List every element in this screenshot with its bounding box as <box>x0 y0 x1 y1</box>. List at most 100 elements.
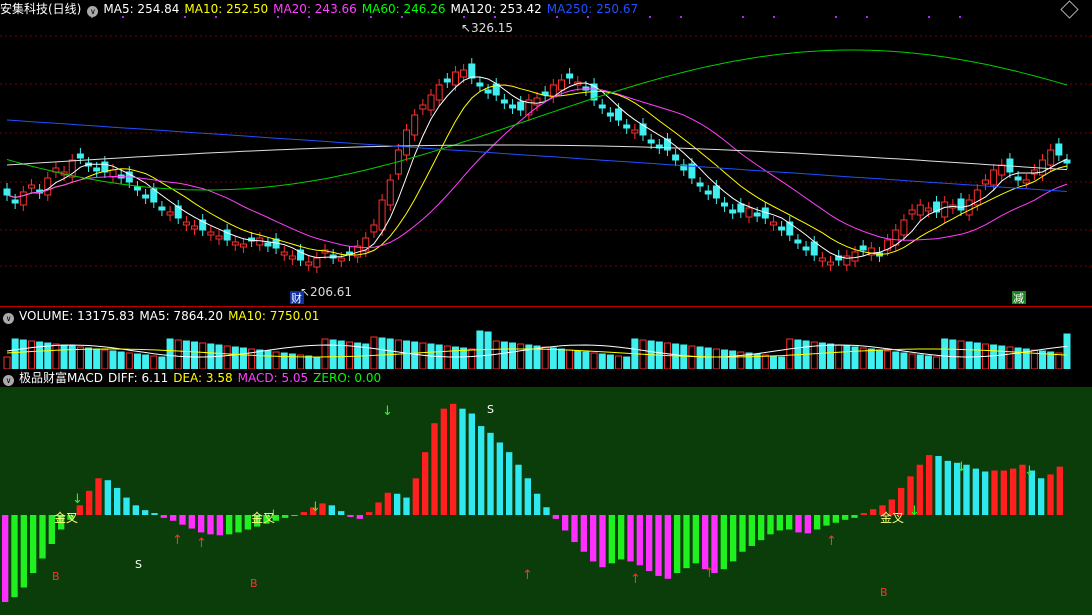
candle-body <box>802 246 810 251</box>
candle-body <box>44 177 52 196</box>
price-chart-pane[interactable]: 安集科技(日线) ∨ MA5: 254.84 MA10: 252.50 MA20: 24… <box>0 0 1092 306</box>
macd-chart-pane[interactable]: ∨ 极品财富MACD DIFF: 6.11 DEA: 3.58 MACD: 5.05 ZE… <box>0 369 1092 615</box>
candle-body <box>721 202 729 207</box>
macd-histogram-bar <box>683 515 690 569</box>
macd-histogram-bar <box>412 478 419 515</box>
volume-value-0: VOLUME: 13175.83 <box>19 309 135 323</box>
up-arrow-icon: ↑ <box>704 566 715 581</box>
macd-histogram-bar <box>832 515 839 523</box>
volume-bar <box>941 338 949 369</box>
macd-histogram-bar <box>179 515 186 525</box>
macd-histogram-bar <box>543 507 550 515</box>
macd-histogram-bar <box>599 515 606 568</box>
candle-body <box>93 167 101 172</box>
volume-bar <box>403 340 411 369</box>
volume-bar <box>827 343 835 369</box>
candle-body <box>207 231 215 236</box>
macd-histogram-bar <box>590 515 597 562</box>
macd-histogram-bar <box>151 513 158 515</box>
candle-body <box>900 219 908 236</box>
candle-body <box>264 242 272 247</box>
volume-bar <box>19 339 27 369</box>
macd-histogram-bar <box>786 515 793 530</box>
stock-title: 安集科技(日线) <box>0 2 82 16</box>
volume-bar <box>166 338 174 369</box>
volume-bar <box>680 344 688 369</box>
ma-value-0: MA5: 254.84 <box>103 2 180 16</box>
volume-bar <box>851 346 859 369</box>
macd-histogram-bar <box>459 408 466 515</box>
candle-body <box>794 239 802 244</box>
volume-bar <box>411 341 419 369</box>
macd-histogram-bar <box>720 515 727 570</box>
high-price-label: ↖326.15 <box>461 21 513 35</box>
macd-histogram-bar <box>860 513 867 515</box>
volume-bar <box>125 352 133 369</box>
event-marker <box>649 16 651 18</box>
volume-bar <box>509 342 517 369</box>
volume-bar <box>264 350 272 369</box>
volume-bar <box>557 348 565 369</box>
event-marker <box>835 16 837 18</box>
macd-histogram-bar <box>403 497 410 515</box>
volume-bar <box>1014 347 1022 369</box>
volume-bar <box>688 345 696 369</box>
candle-body <box>166 211 174 216</box>
volume-bar <box>615 355 623 369</box>
volume-bar <box>199 342 207 369</box>
up-arrow-icon: ↑ <box>522 568 533 583</box>
candle-body <box>411 114 419 136</box>
volume-bar <box>778 356 786 369</box>
volume-bar <box>517 343 525 369</box>
candle-body <box>965 199 973 216</box>
candle-body <box>672 154 680 161</box>
volume-bar <box>305 355 313 369</box>
event-marker <box>680 16 682 18</box>
candle-body <box>990 169 998 186</box>
macd-histogram-bar <box>216 515 223 536</box>
macd-histogram-bar <box>95 478 102 515</box>
volume-bar <box>924 355 932 369</box>
macd-histogram-bar <box>636 515 643 566</box>
volume-bar <box>973 342 981 369</box>
macd-histogram-bar <box>366 512 373 515</box>
jian-marker: 减 <box>1013 292 1024 305</box>
candlestick-chart: ↖326.15 ↖206.61财 减 <box>0 16 1092 305</box>
macd-histogram-bar <box>39 515 46 559</box>
volume-chart-pane[interactable]: ∨ VOLUME: 13175.83 MA5: 7864.20 MA10: 7750.… <box>0 307 1092 369</box>
macd-histogram-bar <box>440 408 447 515</box>
collapse-icon[interactable]: ∨ <box>3 313 14 324</box>
volume-bar <box>990 344 998 369</box>
macd-histogram-bar <box>982 471 989 515</box>
volume-bar <box>965 341 973 369</box>
event-marker <box>742 16 744 18</box>
macd-histogram-bar <box>468 413 475 515</box>
collapse-icon[interactable]: ∨ <box>3 375 14 386</box>
candle-body <box>27 184 35 189</box>
macd-histogram-bar <box>711 515 718 573</box>
volume-bar <box>818 342 826 369</box>
candle-body <box>729 209 737 214</box>
volume-bar <box>949 339 957 369</box>
macd-histogram-bar <box>851 515 858 518</box>
gold-cross-label: 金叉 <box>880 510 904 525</box>
candle-body <box>941 201 949 218</box>
macd-histogram-bar <box>11 515 18 598</box>
volume-legend: ∨ VOLUME: 13175.83 MA5: 7864.20 MA10: 7750.… <box>0 307 329 325</box>
collapse-icon[interactable]: ∨ <box>87 6 99 17</box>
candle-body <box>133 186 141 191</box>
candle-body <box>76 153 84 159</box>
macd-histogram-bar <box>758 515 765 541</box>
volume-value-1: MA5: 7864.20 <box>139 309 224 323</box>
macd-histogram-bar <box>291 515 298 516</box>
candle-body <box>696 182 704 187</box>
macd-histogram-bar <box>496 442 503 515</box>
volume-bar <box>329 339 337 369</box>
macd-histogram-bar <box>123 497 130 515</box>
macd-histogram-bar <box>692 515 699 564</box>
candle-body <box>908 209 916 215</box>
candle-body <box>239 243 247 248</box>
ma60-line <box>6 49 1068 191</box>
buy-signal-label: B <box>250 577 258 590</box>
buy-signal-label: B <box>52 570 60 583</box>
